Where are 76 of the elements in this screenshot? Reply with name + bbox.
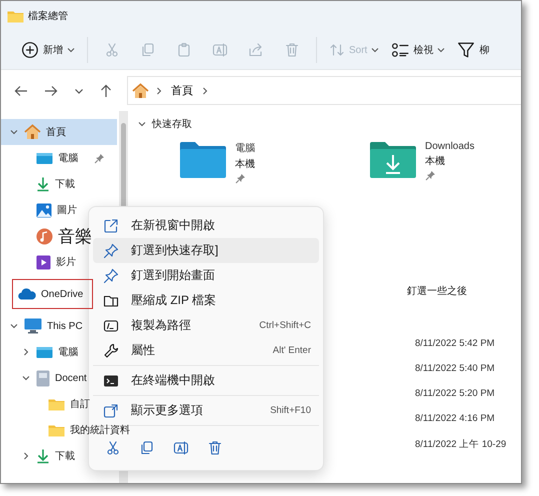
sidebar-item[interactable]: 電腦 [1,145,117,171]
date-modified: 8/11/2022 5:40 PM [415,363,496,376]
more-options-icon [103,402,119,418]
rename-icon [212,42,228,58]
chevron-down-icon[interactable] [138,120,146,128]
breadcrumb[interactable]: 首頁 [169,81,195,100]
date-modified: 8/11/2022 4:16 PM [415,413,496,426]
chevron-right-icon [155,86,163,94]
home-icon [24,124,41,140]
scissors-icon [105,440,121,456]
chevron-down-icon[interactable] [74,86,84,94]
chevron-down-icon[interactable] [10,322,18,330]
chevron-right-icon[interactable] [22,348,30,356]
filter-icon [457,41,476,59]
toolbar-button[interactable]: 柳 [451,37,496,63]
open-new-window-icon [103,218,119,234]
computer-icon [24,318,42,334]
rename-icon [173,440,189,456]
date-modified: 8/11/2022 上午 10-29 [415,438,508,452]
wrench-icon [103,342,119,358]
share-icon [248,42,264,58]
pin-icon [103,242,119,258]
folder-icon [48,398,65,410]
folder-icon [179,141,227,179]
pin-icon [103,268,119,284]
cloud-icon [17,288,37,300]
forward-arrow-icon[interactable] [44,84,58,96]
folder-tile[interactable]: 電腦 本機 [179,141,369,184]
empty-message: 釘選一些之後 [407,284,468,298]
folder-tile[interactable]: Downloads 本機 [369,141,521,184]
menu-item[interactable]: 釘選到快速存取] [93,238,319,263]
sidebar-item[interactable]: 下載 [1,171,117,197]
add-icon [21,41,39,59]
list-view-icon [391,41,410,59]
download-icon [36,176,50,192]
date-modified: 8/11/2022 5:42 PM [415,338,496,351]
copy-icon [140,42,156,58]
chevron-down-icon[interactable] [437,46,446,54]
music-icon [36,228,53,244]
chevron-down-icon[interactable] [67,46,75,54]
toolbar-button[interactable]: 檢視 [385,37,452,63]
window-title: 檔案總管 [28,10,68,23]
date-modified: 8/11/2022 5:20 PM [415,388,496,401]
picture-icon [36,202,52,218]
chevron-down-icon[interactable] [22,374,30,382]
address-bar[interactable]: 首頁 [127,76,521,105]
trash-icon [207,440,223,456]
sidebar-item[interactable]: 下載 [1,443,117,469]
menu-item[interactable]: 壓縮成 ZIP 檔案 [93,288,319,313]
drive-icon [36,370,50,386]
back-arrow-icon[interactable] [14,84,28,96]
paste-icon [176,42,192,58]
copy-path-icon [103,318,119,334]
trash-icon [284,42,300,58]
folder-icon [7,10,24,22]
folder-icon [48,424,65,436]
download-folder-icon [369,141,417,179]
video-icon [36,254,51,270]
chevron-right-icon[interactable] [201,86,209,94]
download-icon [36,448,50,464]
copy-icon [139,440,155,456]
home-icon [132,82,149,98]
menu-item[interactable]: 顯示更多選項 Shift+F10 [93,398,319,423]
desktop-icon [36,152,53,164]
sort-icon [329,42,345,58]
chevron-right-icon[interactable] [22,452,30,460]
chevron-down-icon[interactable] [10,128,18,136]
scissors-icon [104,42,120,58]
up-arrow-icon[interactable] [100,84,112,98]
sidebar-item[interactable]: OneDrive [12,279,93,309]
terminal-icon [103,372,119,388]
section-header[interactable]: 快速存取 [132,117,521,131]
desktop-icon [36,346,53,358]
toolbar-button[interactable]: 新增 [15,37,81,63]
menu-item[interactable]: 在終端機中開啟 [93,368,319,393]
sidebar-item[interactable]: 首頁 [1,119,117,145]
